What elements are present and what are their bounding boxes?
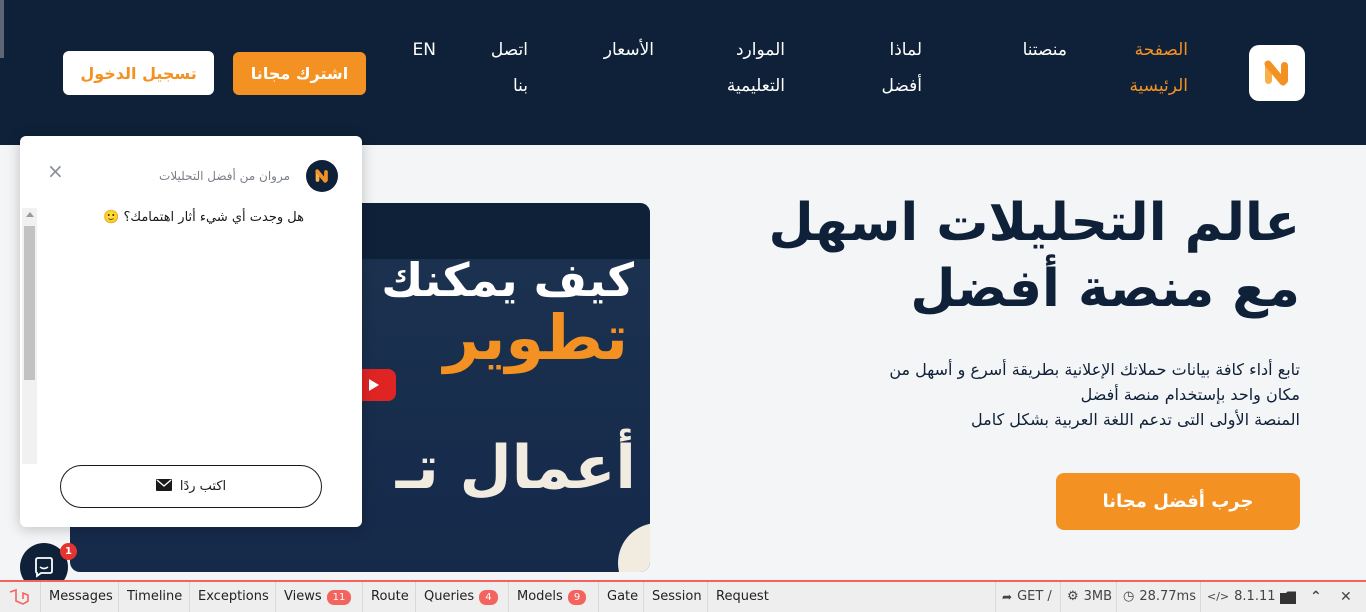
try-free-button[interactable]: جرب أفضل مجانا <box>1056 473 1300 530</box>
debug-tab-queries[interactable]: Queries 4 <box>415 582 506 612</box>
video-text-line-3: أعمال تـ <box>395 433 636 503</box>
chat-scrollbar-thumb[interactable] <box>24 226 35 380</box>
debug-tab-label: Views <box>284 589 322 604</box>
debug-request-method[interactable]: ➦ GET / <box>995 582 1058 612</box>
envelope-icon <box>155 478 172 495</box>
debug-tab-label: Session <box>652 589 702 604</box>
logo-icon[interactable] <box>1249 45 1305 101</box>
debug-tab-badge: 11 <box>326 589 352 605</box>
video-text-line-1: كيف يمكنك <box>381 253 634 307</box>
hero-desc-line-3: المنصة الأولى التى تدعم اللغة العربية بش… <box>971 410 1300 429</box>
close-icon[interactable]: × <box>47 161 64 181</box>
debug-tab-session[interactable]: Session <box>643 582 710 612</box>
nav-home[interactable]: الصفحة الرئيسية <box>1110 32 1188 104</box>
debug-tab-views[interactable]: Views 11 <box>275 582 359 612</box>
clock-icon: ◷ <box>1123 589 1135 604</box>
video-text-line-2: تطوير <box>443 301 628 374</box>
debug-tab-gate[interactable]: Gate <box>598 582 646 612</box>
debug-time-value: 28.77ms <box>1139 589 1196 604</box>
debug-tab-request[interactable]: Request <box>707 582 777 612</box>
debug-tab-label: Gate <box>607 589 639 604</box>
hero-title-line-1: عالم التحليلات اسهل <box>768 193 1300 253</box>
hero-desc-line-1: تابع أداء كافة بيانات حملاتك الإعلانية ب… <box>889 360 1300 379</box>
chat-reply-button[interactable]: اكتب ردًا <box>60 465 322 508</box>
debug-tab-badge: 9 <box>567 589 587 605</box>
debug-tab-models[interactable]: Models 9 <box>508 582 594 612</box>
chevron-up-icon[interactable]: ⌃ <box>1304 582 1328 612</box>
debug-tab-label: Request <box>716 589 769 604</box>
chat-popup: × مروان من أفضل التحليلات هل وجدت أي شيء… <box>20 136 362 527</box>
debug-tab-label: Models <box>517 589 563 604</box>
debug-tab-exceptions[interactable]: Exceptions <box>189 582 277 612</box>
hero-description: تابع أداء كافة بيانات حملاتك الإعلانية ب… <box>760 357 1300 432</box>
debug-bar: Messages Timeline Exceptions Views 11 Rou… <box>0 580 1366 612</box>
laravel-logo-icon[interactable] <box>8 588 30 611</box>
debug-tab-badge: 4 <box>479 589 498 605</box>
video-decor-circle <box>618 523 650 572</box>
top-navigation-bar: الصفحة الرئيسية منصتنا لماذا أفضل الموار… <box>0 0 1366 145</box>
scroll-up-arrow-icon[interactable] <box>26 212 34 217</box>
debug-memory[interactable]: ⚙ 3MB <box>1060 582 1118 612</box>
debug-method-label: GET / <box>1017 589 1052 604</box>
nav-why-afdal[interactable]: لماذا أفضل <box>866 32 922 104</box>
chat-sender-name: مروان من أفضل التحليلات <box>159 169 290 183</box>
hero-desc-line-2: مكان واحد بإستخدام منصة أفضل <box>1080 385 1300 404</box>
chat-reply-label: اكتب ردًا <box>179 479 227 494</box>
chat-avatar <box>306 160 338 192</box>
page-scrollbar-thumb[interactable] <box>0 0 4 58</box>
chat-message: هل وجدت أي شيء أثار اهتمامك؟ 🙂 <box>103 210 304 225</box>
debug-memory-value: 3MB <box>1083 589 1113 604</box>
signup-button[interactable]: اشترك مجانا <box>233 52 366 95</box>
nav-language-en[interactable]: EN <box>404 32 436 68</box>
hero-title-line-2: مع منصة أفضل <box>910 259 1300 319</box>
nav-platform[interactable]: منصتنا <box>1005 32 1067 68</box>
chat-bubble-icon <box>35 557 53 578</box>
debug-tab-timeline[interactable]: Timeline <box>118 582 190 612</box>
debug-time[interactable]: ◷ 28.77ms <box>1116 582 1202 612</box>
debug-tab-label: Timeline <box>127 589 183 604</box>
chat-scrollbar[interactable] <box>22 208 37 464</box>
login-button[interactable]: تسجيل الدخول <box>63 51 214 95</box>
debug-php-value: 8.1.11 <box>1234 589 1276 604</box>
close-x-icon[interactable]: ✕ <box>1334 582 1358 612</box>
debug-php-version[interactable]: </> 8.1.11 <box>1200 582 1282 612</box>
nav-learning-resources[interactable]: الموارد التعليمية <box>695 32 785 104</box>
debug-tab-label: Queries <box>424 589 475 604</box>
folder-icon[interactable] <box>1274 582 1302 612</box>
debug-tab-label: Route <box>371 589 409 604</box>
nav-contact[interactable]: اتصل بنا <box>478 32 528 104</box>
debug-tab-label: Messages <box>49 589 113 604</box>
debug-tab-label: Exceptions <box>198 589 269 604</box>
chat-unread-badge: 1 <box>60 543 77 560</box>
hero-title: عالم التحليلات اسهل مع منصة أفضل <box>700 190 1300 322</box>
debug-tab-messages[interactable]: Messages <box>40 582 121 612</box>
arrow-icon: ➦ <box>1002 590 1013 604</box>
debug-tab-route[interactable]: Route <box>362 582 417 612</box>
nav-pricing[interactable]: الأسعار <box>586 32 654 68</box>
code-icon: </> <box>1207 590 1230 603</box>
memory-icon: ⚙ <box>1067 589 1079 604</box>
